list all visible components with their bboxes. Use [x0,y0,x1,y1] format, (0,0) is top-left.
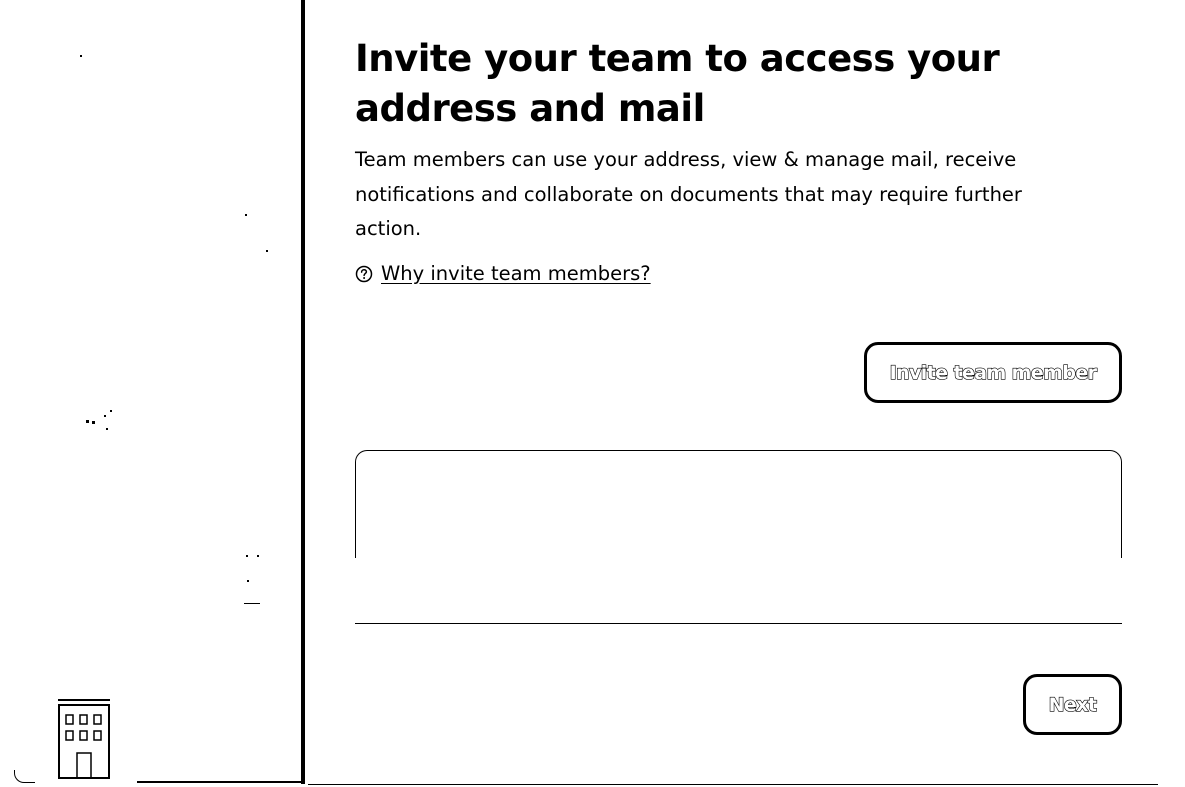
decorative-speck [246,555,248,557]
why-invite-row: Why invite team members? [355,262,651,285]
decorative-speck [244,603,260,604]
decorative-speck [92,421,95,424]
invite-team-content: Invite your team to access your address … [355,0,1125,787]
decorative-speck [247,580,249,582]
team-member-list [355,450,1122,558]
panel-divider [301,0,305,784]
next-button[interactable]: Next [1023,674,1122,735]
question-circle-icon [355,265,373,282]
decorative-speck [80,55,82,57]
decorative-speck [257,555,259,557]
left-panel [0,0,303,787]
footer-divider [355,623,1122,624]
left-bottom-rule [137,781,303,783]
decorative-speck [104,415,106,417]
invite-team-member-button[interactable]: Invite team member [864,342,1122,403]
page-title: Invite your team to access your address … [355,37,1000,130]
decorative-speck [245,214,247,216]
decorative-speck [110,410,112,412]
building-icon [58,699,110,779]
decorative-speck [86,420,89,423]
decorative-corner [14,770,35,783]
decorative-speck [106,428,108,430]
page-description: Team members can use your address, view … [355,148,1022,240]
why-invite-link[interactable]: Why invite team members? [381,262,651,285]
decorative-speck [266,250,268,252]
